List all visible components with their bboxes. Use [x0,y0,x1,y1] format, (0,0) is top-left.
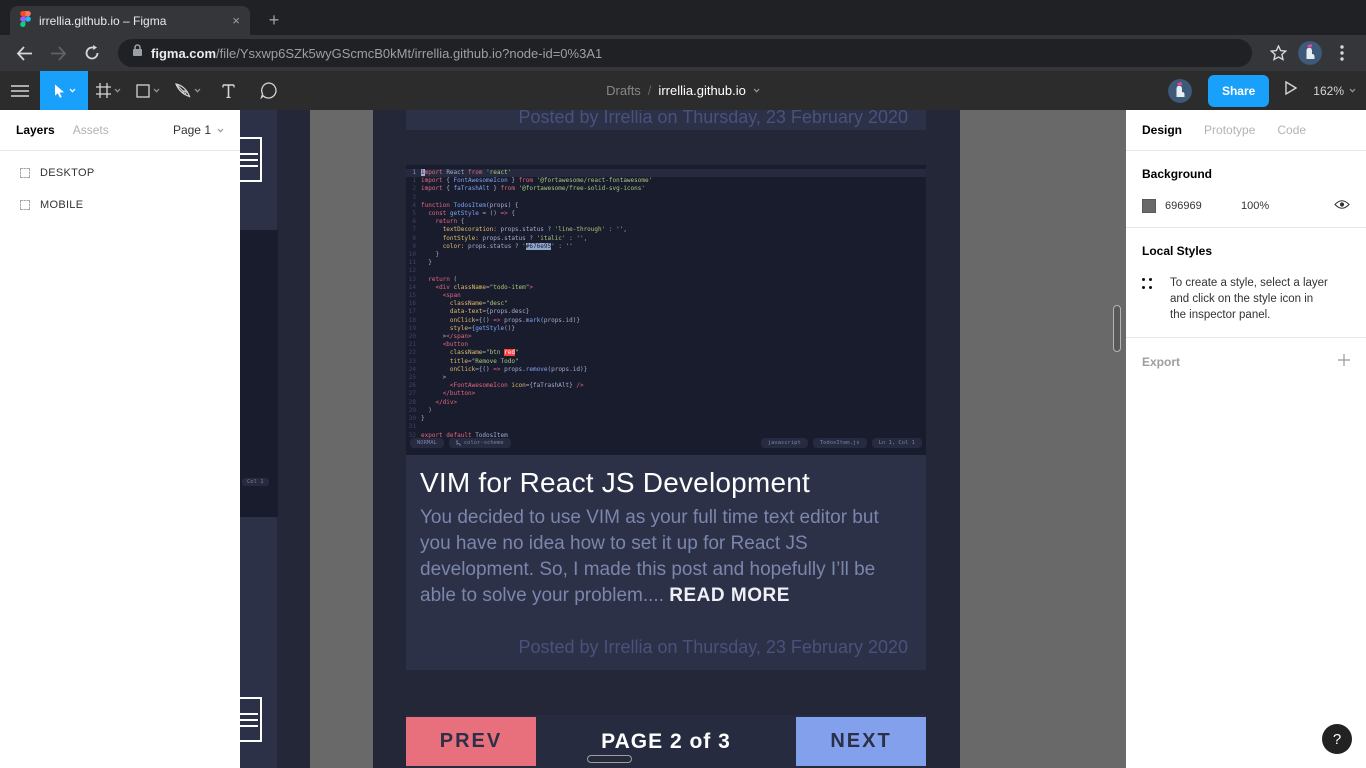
chevron-down-icon [217,128,224,133]
post-meta: Posted by Irrellia on Thursday, 23 Febru… [518,637,908,658]
present-play-icon[interactable] [1285,81,1297,100]
tab-prototype[interactable]: Prototype [1204,123,1255,137]
color-swatch[interactable] [1142,199,1156,213]
previous-post-card: Posted by Irrellia on Thursday, 23 Febru… [406,110,926,130]
background-section: Background 696969 100% [1126,151,1366,228]
comment-tool-button[interactable] [248,71,288,110]
mobile-status-pill: Col 1 [242,478,269,486]
page-indicator: PAGE 2 of 3 [601,730,731,754]
filename-pill: TodosItem.js [813,438,867,448]
branch-icon [456,440,461,446]
color-hex-value[interactable]: 696969 [1165,200,1241,212]
shape-tool-button[interactable] [128,71,168,110]
vim-mode-pill: NORMAL [410,438,444,448]
move-tool-button[interactable] [40,71,88,110]
bookmark-star-icon[interactable] [1264,39,1292,67]
user-avatar[interactable] [1168,79,1192,103]
export-section[interactable]: Export [1126,338,1366,385]
mobile-code-image [240,230,278,517]
filetype-pill: javascript [761,438,808,448]
post-excerpt: You decided to use VIM as your full time… [420,505,912,609]
frame-icon [20,200,30,210]
git-branch-pill: color-scheme [449,438,511,448]
breadcrumb: Drafts / irrellia.github.io [606,83,760,98]
tab-design[interactable]: Design [1142,123,1182,137]
url-text: figma.com/file/Ysxwp6SZk5wyGScmcB0kMt/ir… [151,46,602,61]
browser-tab[interactable]: irrellia.github.io – Figma × [10,6,250,35]
tab-code[interactable]: Code [1277,123,1306,137]
desktop-frame[interactable]: Posted by Irrellia on Thursday, 23 Febru… [373,110,960,768]
tab-assets[interactable]: Assets [73,123,109,137]
url-field[interactable]: figma.com/file/Ysxwp6SZk5wyGScmcB0kMt/ir… [118,39,1252,67]
zoom-control[interactable]: 162% [1313,84,1356,98]
chevron-down-icon [194,88,201,93]
tab-title: irrellia.github.io – Figma [39,14,224,28]
breadcrumb-drafts[interactable]: Drafts [606,83,641,98]
pagination-bar: PREV PAGE 2 of 3 NEXT [406,715,926,768]
browser-menu-icon[interactable] [1328,39,1356,67]
color-opacity-value[interactable]: 100% [1241,200,1334,212]
post-title: VIM for React JS Development [420,467,912,499]
layer-item-desktop[interactable]: DESKTOP [0,157,240,189]
post-meta: Posted by Irrellia on Thursday, 23 Febru… [518,110,908,128]
tab-close-icon[interactable]: × [232,13,240,28]
reload-icon[interactable] [78,39,106,67]
new-tab-button[interactable]: + [262,8,286,32]
next-button: NEXT [796,717,926,766]
main-menu-icon[interactable] [0,71,40,110]
back-icon[interactable] [10,39,38,67]
read-more-link: READ MORE [669,585,790,606]
inspector-panel: Design Prototype Code Background 696969 … [1126,110,1366,768]
code-editor-image: 1import React from 'react'1import { Font… [406,165,926,455]
tab-layers[interactable]: Layers [16,123,55,137]
forward-icon[interactable] [44,39,72,67]
mobile-frame-partial[interactable]: Col 1 [240,110,310,768]
frame-icon [20,168,30,178]
local-styles-hint: To create a style, select a layer and cl… [1170,275,1330,323]
share-button[interactable]: Share [1208,75,1269,107]
text-tool-button[interactable] [208,71,248,110]
pen-tool-button[interactable] [168,71,208,110]
blog-post-card: 1import React from 'react'1import { Font… [406,165,926,670]
prev-button: PREV [406,717,536,766]
browser-address-bar: figma.com/file/Ysxwp6SZk5wyGScmcB0kMt/ir… [0,35,1366,71]
mobile-menu-button [240,697,262,742]
chevron-down-icon [114,88,121,93]
chevron-down-icon [153,88,160,93]
canvas[interactable]: Col 1 Posted by Irrellia on Thursday, 23… [240,110,1126,768]
vim-statusbar: NORMAL color-scheme javascript TodosItem… [406,437,926,449]
chevron-down-icon [1349,88,1356,93]
local-styles-title: Local Styles [1142,244,1350,258]
code-lines: 1import React from 'react'1import { Font… [406,165,926,440]
layers-panel: Layers Assets Page 1 DESKTOP MOBILE [0,110,240,768]
chevron-down-icon[interactable] [753,88,760,93]
help-button[interactable]: ? [1322,724,1352,754]
background-title: Background [1142,167,1350,181]
add-export-icon[interactable] [1338,354,1350,369]
lock-icon[interactable] [132,44,143,62]
mobile-menu-button [240,137,262,182]
frame-tool-button[interactable] [88,71,128,110]
browser-tab-strip: irrellia.github.io – Figma × + [0,0,1366,35]
breadcrumb-file-name[interactable]: irrellia.github.io [658,83,745,98]
styles-icon [1142,278,1154,290]
visibility-eye-icon[interactable] [1334,199,1350,213]
figma-toolbar: Drafts / irrellia.github.io Share 162% [0,71,1366,110]
chevron-down-icon [69,88,76,93]
cursor-position-pill: Ln 1, Col 1 [872,438,922,448]
layer-item-mobile[interactable]: MOBILE [0,189,240,221]
page-selector[interactable]: Page 1 [173,123,224,137]
canvas-vertical-scrollbar[interactable] [1113,305,1121,352]
export-title: Export [1142,355,1180,369]
local-styles-section: Local Styles To create a style, select a… [1126,228,1366,338]
figma-favicon-icon [20,11,31,30]
canvas-horizontal-scrollbar[interactable] [587,755,632,763]
browser-profile-avatar[interactable] [1298,41,1322,65]
